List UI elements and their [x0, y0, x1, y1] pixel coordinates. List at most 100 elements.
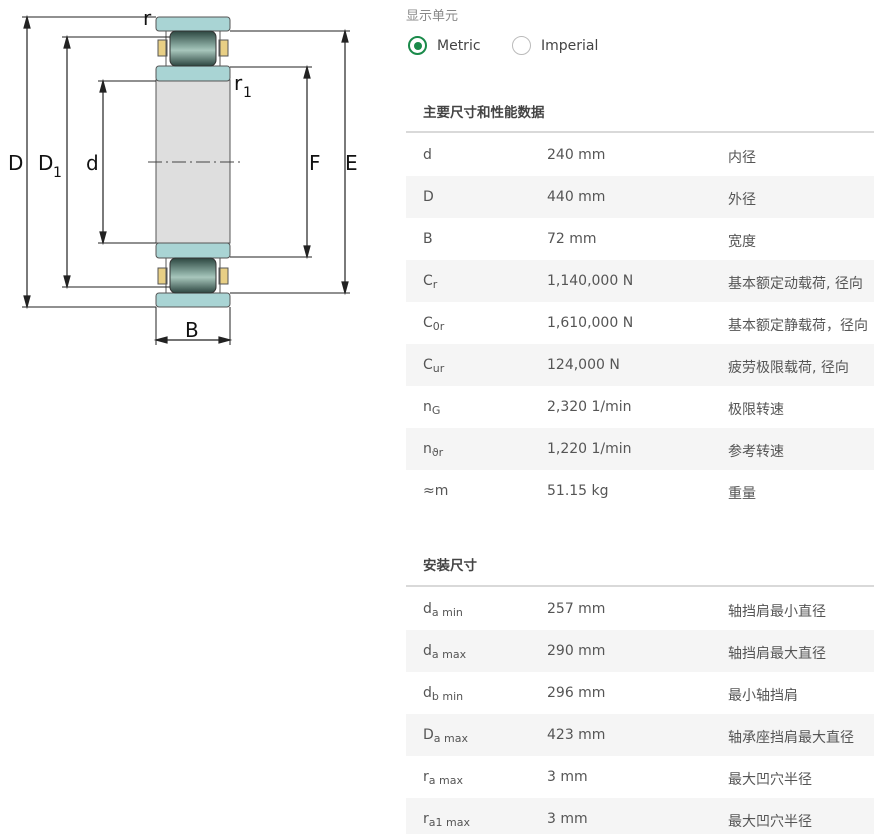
row-symbol-main: D: [423, 727, 434, 743]
units-title: 显示单元: [406, 9, 459, 24]
row-symbol-main: D: [423, 189, 434, 205]
row-symbol: ra1 max: [423, 811, 470, 829]
row-description: 轴挡肩最小直径: [728, 604, 826, 620]
row-value: 290 mm: [547, 643, 606, 659]
mounting-section-divider: [406, 585, 874, 587]
inner-ring-top: [155, 65, 231, 82]
label-d: d: [86, 151, 99, 175]
row-symbol: da min: [423, 601, 463, 619]
row-symbol-main: C: [423, 357, 433, 373]
row-symbol-main: C: [423, 273, 433, 289]
row-symbol: C0r: [423, 315, 444, 333]
row-symbol: da max: [423, 643, 466, 661]
mounting-section-title: 安装尺寸: [423, 558, 477, 574]
row-value: 257 mm: [547, 601, 606, 617]
row-value: 51.15 kg: [547, 483, 609, 499]
label-D1-sub: 1: [53, 165, 62, 181]
row-description: 内径: [728, 150, 756, 166]
row-description: 最大凹穴半径: [728, 772, 812, 788]
roller-top: [169, 30, 217, 67]
row-symbol-main: d: [423, 685, 432, 701]
row-symbol: nϑr: [423, 441, 443, 459]
row-symbol: nG: [423, 399, 440, 417]
row-description: 最大凹穴半径: [728, 814, 812, 830]
row-symbol-main: d: [423, 601, 432, 617]
row-symbol-main: B: [423, 231, 433, 247]
table-row: Da max 423 mm 轴承座挡肩最大直径: [406, 714, 874, 756]
table-row: da min 257 mm 轴挡肩最小直径: [406, 588, 874, 630]
row-symbol-subscript: ur: [432, 362, 445, 375]
row-symbol-main: d: [423, 147, 432, 163]
row-symbol-subscript: a min: [431, 606, 463, 619]
row-value: 72 mm: [547, 231, 597, 247]
row-symbol-main: C: [423, 315, 433, 331]
table-row: ra1 max 3 mm 最大凹穴半径: [406, 798, 874, 834]
metric-radio-circle[interactable]: [408, 36, 427, 55]
label-F: F: [309, 151, 321, 175]
row-symbol-subscript: a1 max: [428, 816, 470, 829]
metric-radio-label[interactable]: Metric: [437, 38, 481, 54]
imperial-radio-label[interactable]: Imperial: [541, 38, 598, 54]
table-row: Cur 124,000 N 疲劳极限载荷, 径向: [406, 344, 874, 386]
row-symbol-subscript: G: [431, 404, 441, 417]
main-section-divider: [406, 131, 874, 133]
row-symbol: B: [423, 231, 433, 247]
row-symbol-main: ≈m: [423, 483, 449, 499]
row-value: 1,220 1/min: [547, 441, 632, 457]
row-symbol: d: [423, 147, 432, 163]
table-row: da max 290 mm 轴挡肩最大直径: [406, 630, 874, 672]
table-row: C0r 1,610,000 N 基本额定静载荷，径向: [406, 302, 874, 344]
row-symbol-subscript: a max: [431, 648, 467, 661]
row-description: 参考转速: [728, 444, 784, 460]
row-symbol-main: n: [423, 441, 432, 457]
row-value: 240 mm: [547, 147, 606, 163]
row-value: 423 mm: [547, 727, 606, 743]
row-symbol-main: d: [423, 643, 432, 659]
table-row: D 440 mm 外径: [406, 176, 874, 218]
row-symbol-subscript: ϑr: [431, 446, 444, 459]
row-description: 宽度: [728, 234, 756, 250]
table-row: db min 296 mm 最小轴挡肩: [406, 672, 874, 714]
label-r: r: [143, 6, 152, 30]
table-row: Cr 1,140,000 N 基本额定动载荷, 径向: [406, 260, 874, 302]
row-description: 疲劳极限载荷, 径向: [728, 360, 849, 376]
row-description: 外径: [728, 192, 756, 208]
row-symbol: ≈m: [423, 483, 448, 499]
metric-radio[interactable]: Metric: [408, 36, 481, 55]
outer-ring-top: [155, 16, 231, 32]
row-symbol-subscript: 0r: [432, 320, 445, 333]
roller-bottom: [169, 257, 217, 294]
row-symbol: ra max: [423, 769, 463, 787]
row-symbol-subscript: a max: [433, 732, 468, 745]
row-value: 1,140,000 N: [547, 273, 634, 289]
label-r1-sub: 1: [243, 85, 252, 101]
row-description: 极限转速: [728, 402, 784, 418]
row-description: 最小轴挡肩: [728, 688, 798, 704]
row-symbol-subscript: r: [432, 278, 438, 291]
row-symbol-subscript: b min: [431, 690, 464, 703]
row-description: 基本额定动载荷, 径向: [728, 276, 863, 292]
inner-ring-bottom: [155, 242, 231, 259]
row-value: 296 mm: [547, 685, 606, 701]
row-symbol-subscript: a max: [428, 774, 463, 787]
row-value: 3 mm: [547, 811, 588, 827]
row-symbol: D: [423, 189, 434, 205]
table-row: ≈m 51.15 kg 重量: [406, 470, 874, 512]
row-value: 440 mm: [547, 189, 606, 205]
table-row: d 240 mm 内径: [406, 134, 874, 176]
table-row: ra max 3 mm 最大凹穴半径: [406, 756, 874, 798]
row-symbol: Da max: [423, 727, 468, 745]
row-description: 基本额定静载荷，径向: [728, 318, 868, 334]
row-symbol: db min: [423, 685, 463, 703]
row-description: 轴承座挡肩最大直径: [728, 730, 854, 746]
imperial-radio-circle[interactable]: [512, 36, 531, 55]
label-D: D: [8, 151, 23, 175]
label-r1: r: [234, 71, 243, 95]
label-B: B: [185, 318, 199, 342]
row-symbol-main: n: [423, 399, 432, 415]
row-description: 轴挡肩最大直径: [728, 646, 826, 662]
row-value: 124,000 N: [547, 357, 620, 373]
row-symbol: Cr: [423, 273, 437, 291]
table-row: nG 2,320 1/min 极限转速: [406, 386, 874, 428]
imperial-radio[interactable]: Imperial: [512, 36, 598, 55]
